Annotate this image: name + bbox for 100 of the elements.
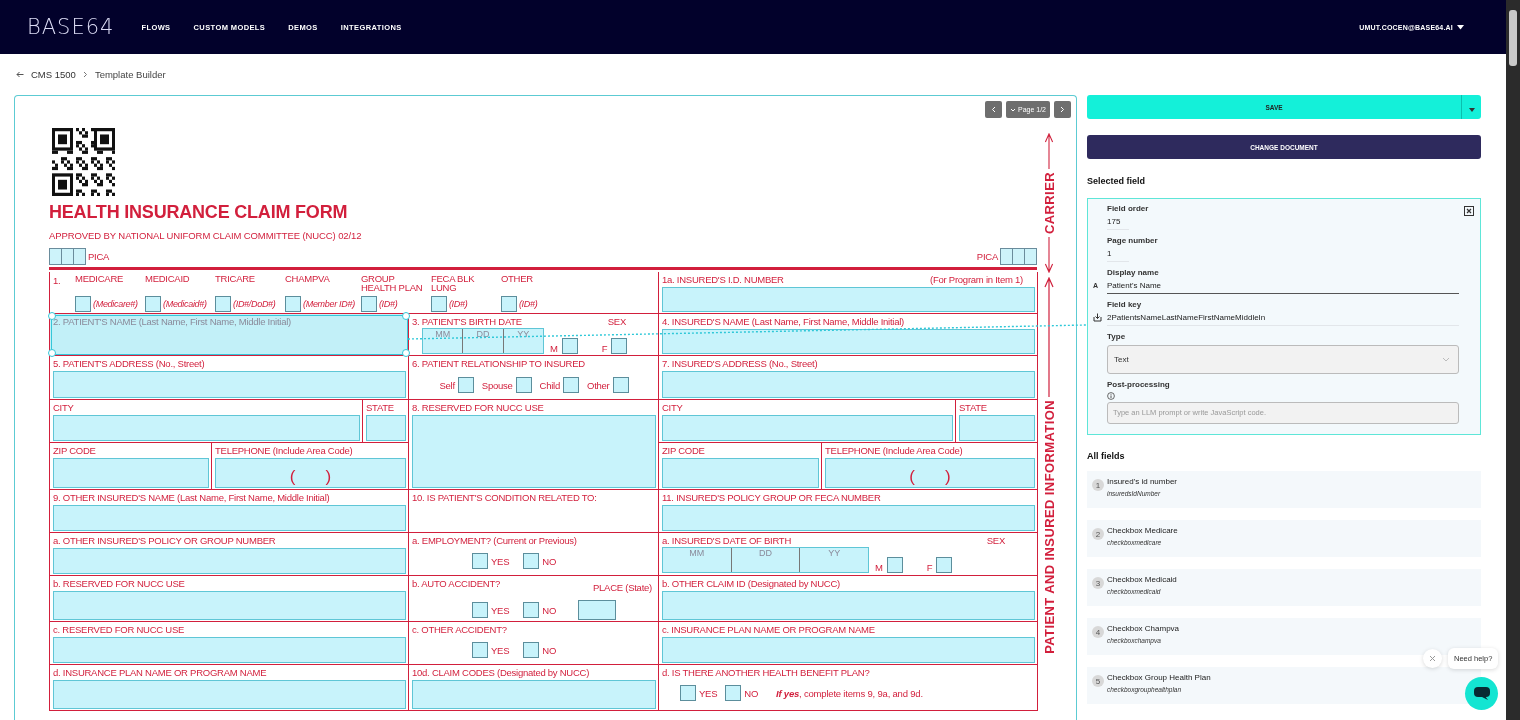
option-field[interactable]: [430, 296, 447, 312]
field-box[interactable]: [53, 680, 406, 709]
form-cell[interactable]: CITY STATE: [50, 400, 409, 443]
form-cell[interactable]: c. RESERVED FOR NUCC USE: [50, 622, 409, 665]
resize-handle[interactable]: [48, 349, 56, 357]
option-field[interactable]: [611, 338, 628, 354]
option-field[interactable]: [472, 553, 488, 569]
form-cell[interactable]: 9. OTHER INSURED'S NAME (Last Name, First Name, Middle Initial): [50, 490, 409, 533]
state-field[interactable]: [578, 600, 616, 620]
qr-code-drawing: [52, 128, 115, 196]
field-box[interactable]: [412, 680, 656, 709]
field-box[interactable]: [662, 505, 1035, 531]
pica-boxes[interactable]: [49, 247, 86, 265]
form-cell[interactable]: b. RESERVED FOR NUCC USE: [50, 576, 409, 622]
form-cell[interactable]: ZIP CODE TELEPHONE (Include Area Code) ( ): [50, 443, 409, 490]
field-box[interactable]: ( ): [825, 458, 1035, 488]
option-field[interactable]: [500, 296, 517, 312]
form-cell[interactable]: ZIP CODE TELEPHONE (Include Area Code) ( ): [659, 443, 1038, 490]
option-field[interactable]: [523, 642, 540, 658]
field-key-input[interactable]: 2PatientsNameLastNameFirstNameMiddleIn: [1107, 309, 1459, 326]
field-box[interactable]: [662, 637, 1035, 663]
breadcrumb-link[interactable]: CMS 1500: [31, 69, 76, 80]
field-box[interactable]: [662, 287, 1035, 312]
resize-handle[interactable]: [402, 349, 410, 357]
type-select[interactable]: Text: [1107, 345, 1459, 374]
caret-icon[interactable]: [1457, 24, 1464, 30]
pica-boxes[interactable]: [1000, 247, 1037, 265]
option-field[interactable]: [360, 296, 377, 312]
form-cell[interactable]: 10d. CLAIM CODES (Designated by NUCC): [409, 665, 659, 711]
option-field[interactable]: [612, 377, 629, 393]
field-box[interactable]: [959, 415, 1035, 441]
field-box[interactable]: [53, 548, 406, 574]
previous-page-button[interactable]: [984, 101, 1002, 118]
field-box[interactable]: [53, 371, 406, 398]
field-box[interactable]: [53, 505, 406, 531]
logo[interactable]: BASE64: [27, 15, 115, 39]
option-field[interactable]: [75, 296, 91, 312]
field-box[interactable]: [53, 458, 209, 488]
option-field[interactable]: [145, 296, 161, 312]
option-field[interactable]: [523, 553, 540, 569]
form-cell[interactable]: d. IS THERE ANOTHER HEALTH BENEFIT PLAN? YES NO If yes, complete items 9, 9a, and 9d.: [659, 665, 1038, 711]
form-cell[interactable]: b. OTHER CLAIM ID (Designated by NUCC): [659, 576, 1038, 622]
field-box[interactable]: [412, 415, 656, 488]
resize-handle[interactable]: [48, 312, 56, 320]
option-field[interactable]: [563, 377, 579, 393]
option-field[interactable]: [472, 642, 488, 658]
field-box[interactable]: [53, 415, 360, 441]
form-cell[interactable]: 1a. INSURED'S I.D. NUMBER (For Program in Item 1): [659, 272, 1038, 314]
option-field[interactable]: [725, 685, 742, 701]
field-box[interactable]: [662, 329, 1035, 354]
form-cell[interactable]: c. OTHER ACCIDENT? YES NO: [409, 622, 659, 665]
field-box[interactable]: [53, 637, 406, 663]
option-field[interactable]: [285, 296, 301, 312]
form-cell[interactable]: 7. INSURED'S ADDRESS (No., Street): [659, 356, 1038, 400]
form-cell[interactable]: d. INSURANCE PLAN NAME OR PROGRAM NAME: [50, 665, 409, 711]
chat-button[interactable]: [1465, 677, 1498, 710]
selected-form-cell[interactable]: 2. PATIENT'S NAME (Last Name, First Name, Middle Initial): [50, 314, 409, 356]
field-box[interactable]: [662, 371, 1035, 398]
form-cell[interactable]: 4. INSURED'S NAME (Last Name, First Name, Middle Initial): [659, 314, 1038, 356]
form-cell[interactable]: 10. IS PATIENT'S CONDITION RELATED TO:: [409, 490, 659, 533]
option-field[interactable]: [523, 602, 540, 618]
option-field[interactable]: [515, 377, 532, 393]
form-cell[interactable]: 6. PATIENT RELATIONSHIP TO INSURED Self Spouse Child Other: [409, 356, 659, 400]
field-order-input[interactable]: 175: [1107, 213, 1129, 230]
resize-handle[interactable]: [402, 312, 410, 320]
info-icon[interactable]: [1107, 392, 1115, 400]
option-field[interactable]: [886, 557, 903, 573]
field-box[interactable]: [662, 415, 953, 441]
page-number-input[interactable]: 1: [1107, 245, 1129, 262]
option-field[interactable]: [215, 296, 231, 312]
download-icon[interactable]: [1093, 313, 1102, 322]
field-label: 6. PATIENT RELATIONSHIP TO INSURED: [412, 358, 585, 369]
form-cell[interactable]: 11. INSURED'S POLICY GROUP OR FECA NUMBER: [659, 490, 1038, 533]
field-box[interactable]: ( ): [215, 458, 406, 488]
field-box[interactable]: [53, 591, 406, 620]
option-field[interactable]: [457, 377, 474, 393]
form-cell[interactable]: a. OTHER INSURED'S POLICY OR GROUP NUMBER: [50, 533, 409, 576]
option-field[interactable]: [680, 685, 696, 701]
option-field[interactable]: [472, 602, 488, 618]
option-field[interactable]: [936, 557, 953, 573]
form-cell[interactable]: 5. PATIENT'S ADDRESS (No., Street): [50, 356, 409, 400]
option-field[interactable]: [561, 338, 578, 354]
date-part-label: YY: [827, 548, 842, 560]
field-box[interactable]: [366, 415, 406, 441]
display-name-input[interactable]: Patient's Name: [1107, 277, 1459, 294]
next-page-button[interactable]: [1054, 101, 1071, 118]
field-box[interactable]: [662, 591, 1035, 620]
close-icon[interactable]: [1464, 206, 1474, 216]
chevron-icon: [82, 71, 88, 78]
field-box[interactable]: [662, 458, 819, 488]
scrollbar[interactable]: [1506, 0, 1520, 720]
order-badge: 3: [1092, 577, 1104, 589]
form-cell[interactable]: 8. RESERVED FOR NUCC USE: [409, 400, 659, 490]
form-cell[interactable]: c. INSURANCE PLAN NAME OR PROGRAM NAME: [659, 622, 1038, 665]
date-field[interactable]: MM DD YY: [662, 547, 869, 573]
save-options-button[interactable]: [1461, 95, 1481, 119]
form-cell[interactable]: CITY STATE: [659, 400, 1038, 443]
back-arrow-icon[interactable]: [16, 71, 24, 78]
field-label: c. INSURANCE PLAN NAME OR PROGRAM NAME: [662, 624, 875, 635]
form-title: HEALTH INSURANCE CLAIM FORM: [49, 202, 349, 223]
